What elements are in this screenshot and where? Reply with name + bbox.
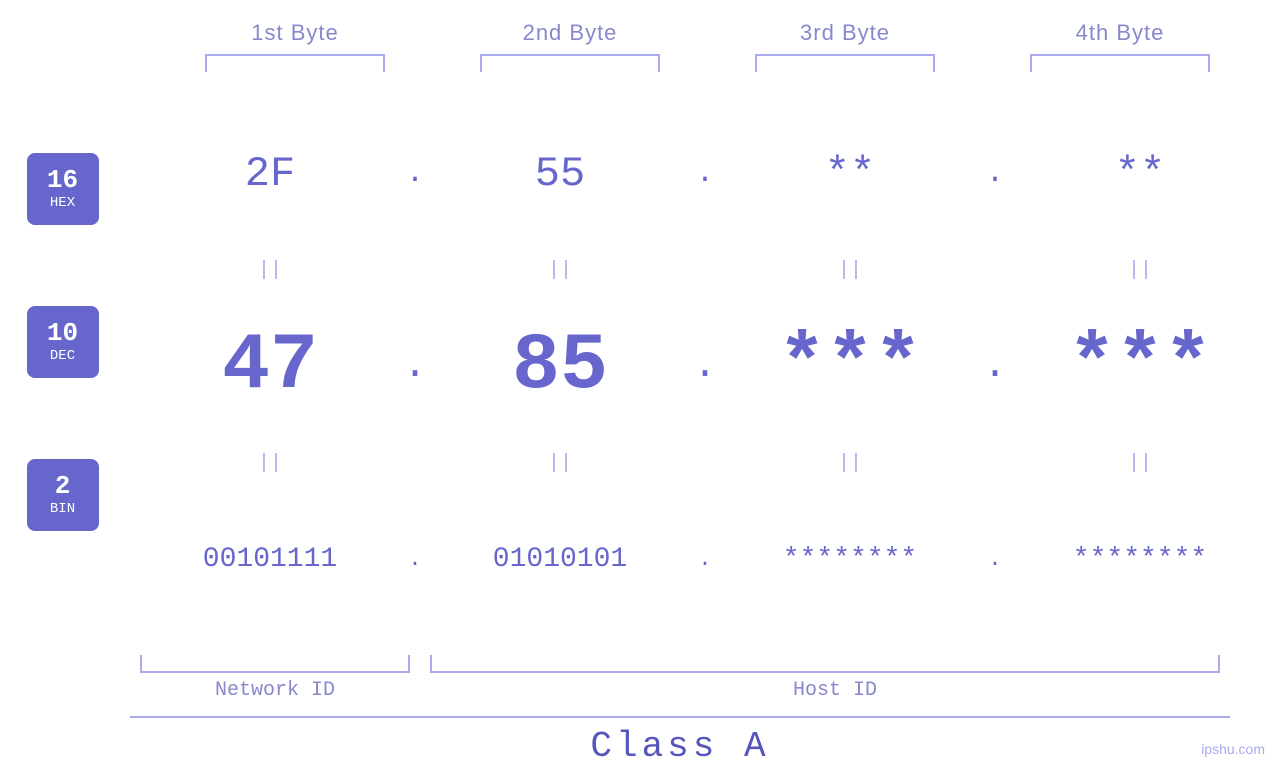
dec-byte2: 85 bbox=[435, 321, 685, 412]
bracket-top-4 bbox=[1030, 54, 1210, 72]
bracket-top-1 bbox=[205, 54, 385, 72]
byte2-header: 2nd Byte bbox=[433, 20, 708, 46]
dec-dot3: . bbox=[975, 344, 1015, 389]
byte1-header: 1st Byte bbox=[158, 20, 433, 46]
bracket-top-2 bbox=[480, 54, 660, 72]
bin-byte1: 00101111 bbox=[145, 544, 395, 575]
dec-badge-number: 10 bbox=[47, 319, 78, 348]
sep2-b2: || bbox=[435, 452, 685, 475]
sep2-b1: || bbox=[145, 452, 395, 475]
bin-row: 00101111 . 01010101 . ******** . *******… bbox=[125, 478, 1285, 651]
hex-badge: 16 HEX bbox=[27, 153, 99, 225]
class-row: Class A bbox=[130, 716, 1230, 767]
bottom-brackets-row bbox=[130, 655, 1230, 673]
bracket-bottom-right bbox=[430, 655, 1220, 673]
top-brackets bbox=[158, 54, 1258, 72]
sep1-b1: || bbox=[145, 259, 395, 282]
bin-badge-label: BIN bbox=[50, 501, 75, 517]
dec-badge: 10 DEC bbox=[27, 306, 99, 378]
dec-badge-label: DEC bbox=[50, 348, 75, 364]
bottom-section: Network ID Host ID Class A bbox=[0, 655, 1285, 767]
hex-byte1: 2F bbox=[145, 150, 395, 198]
byte-headers: 1st Byte 2nd Byte 3rd Byte 4th Byte bbox=[158, 20, 1258, 46]
hex-badge-label: HEX bbox=[50, 195, 75, 211]
dec-byte4: *** bbox=[1015, 321, 1265, 412]
bracket-seg3 bbox=[708, 54, 983, 72]
bracket-top-3 bbox=[755, 54, 935, 72]
hex-byte3: ** bbox=[725, 150, 975, 198]
hex-byte4: ** bbox=[1015, 150, 1265, 198]
sep2-b4: || bbox=[1015, 452, 1265, 475]
hex-dot2: . bbox=[685, 157, 725, 191]
hex-row: 2F . 55 . ** . ** bbox=[125, 82, 1285, 255]
badges-column: 16 HEX 10 DEC 2 BIN bbox=[0, 82, 125, 651]
bracket-seg1 bbox=[158, 54, 433, 72]
data-columns: 2F . 55 . ** . ** || || || || 47 bbox=[125, 82, 1285, 651]
bracket-bottom-left bbox=[140, 655, 410, 673]
dec-dot2: . bbox=[685, 344, 725, 389]
class-line bbox=[130, 716, 1230, 718]
hex-badge-number: 16 bbox=[47, 166, 78, 195]
network-id-label: Network ID bbox=[130, 679, 420, 702]
host-id-label: Host ID bbox=[440, 679, 1230, 702]
sep-row-2: || || || || bbox=[125, 448, 1285, 478]
class-label: Class A bbox=[130, 726, 1230, 767]
hex-dot3: . bbox=[975, 157, 1015, 191]
byte3-header: 3rd Byte bbox=[708, 20, 983, 46]
bin-badge-number: 2 bbox=[55, 472, 71, 501]
bracket-seg2 bbox=[433, 54, 708, 72]
dec-byte3: *** bbox=[725, 321, 975, 412]
byte4-header: 4th Byte bbox=[983, 20, 1258, 46]
labels-row: Network ID Host ID bbox=[130, 679, 1230, 702]
sep1-b2: || bbox=[435, 259, 685, 282]
content-area: 16 HEX 10 DEC 2 BIN 2F . 55 . ** . ** bbox=[0, 82, 1285, 651]
sep2-b3: || bbox=[725, 452, 975, 475]
sep1-b3: || bbox=[725, 259, 975, 282]
dec-row: 47 . 85 . *** . *** bbox=[125, 285, 1285, 448]
bin-dot3: . bbox=[975, 547, 1015, 572]
sep-row-1: || || || || bbox=[125, 255, 1285, 285]
bin-dot2: . bbox=[685, 547, 725, 572]
bracket-seg4 bbox=[983, 54, 1258, 72]
bin-dot1: . bbox=[395, 547, 435, 572]
bin-badge: 2 BIN bbox=[27, 459, 99, 531]
dec-byte1: 47 bbox=[145, 321, 395, 412]
bin-byte4: ******** bbox=[1015, 544, 1265, 575]
watermark: ipshu.com bbox=[1201, 741, 1265, 757]
sep1-b4: || bbox=[1015, 259, 1265, 282]
hex-dot1: . bbox=[395, 157, 435, 191]
bin-byte2: 01010101 bbox=[435, 544, 685, 575]
bin-byte3: ******** bbox=[725, 544, 975, 575]
dec-dot1: . bbox=[395, 344, 435, 389]
hex-byte2: 55 bbox=[435, 150, 685, 198]
main-container: 1st Byte 2nd Byte 3rd Byte 4th Byte 16 H… bbox=[0, 0, 1285, 767]
